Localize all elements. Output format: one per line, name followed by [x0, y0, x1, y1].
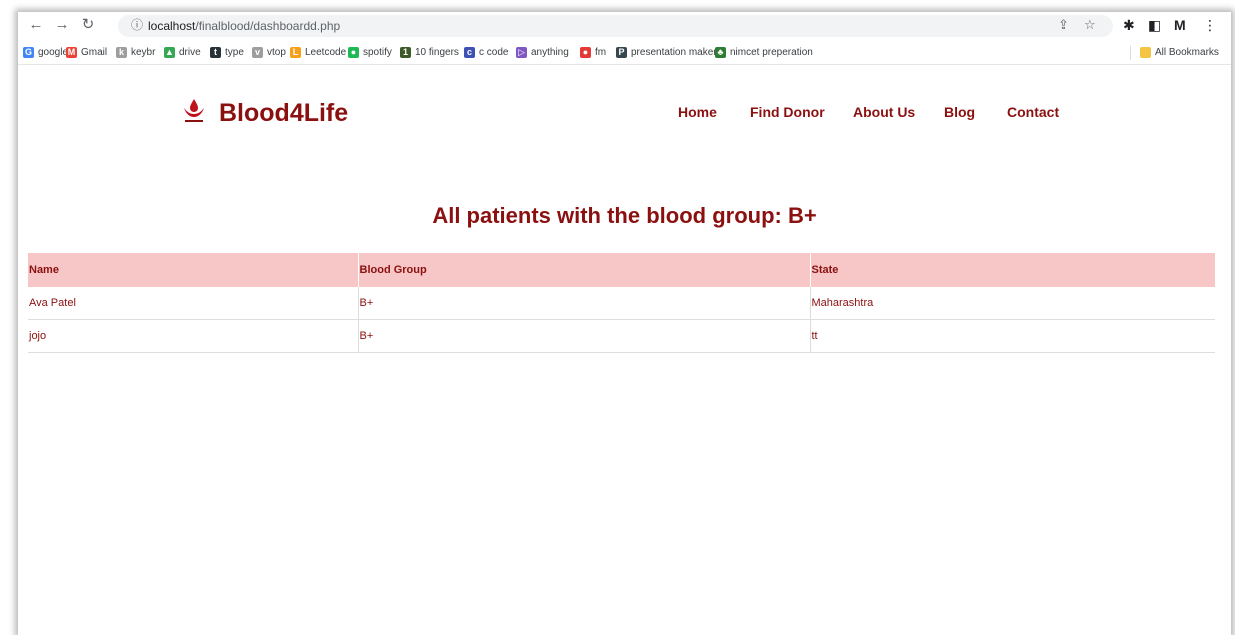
cell-name: jojo: [28, 319, 359, 353]
extensions-icon[interactable]: ✱: [1123, 15, 1135, 35]
anything-icon: ▷: [516, 46, 527, 58]
bookmark-label: google: [38, 46, 69, 58]
drive-icon: ▲: [164, 46, 175, 58]
cell-state: tt: [810, 319, 1215, 353]
column-header-blood-group: Blood Group: [358, 253, 811, 287]
cell-blood-group: B+: [358, 319, 811, 353]
nav-contact[interactable]: Contact: [1007, 104, 1059, 120]
bookmarks-bar: Ggoogle M Gmail k keybr ▲ drive t type v vtop L Leet…: [18, 40, 1231, 65]
bookmarks-divider: [1130, 46, 1131, 60]
bookmark-item[interactable]: ▲ drive: [164, 44, 201, 60]
bookmark-item[interactable]: c c code: [464, 44, 508, 60]
spotify-icon: ●: [348, 46, 359, 58]
bookmark-label: presentation maker: [631, 46, 717, 58]
presentation-icon: P: [616, 46, 627, 58]
column-header-name: Name: [28, 253, 359, 287]
bookmark-label: Gmail: [81, 46, 108, 58]
browser-toolbar: ← → ↻ ⓘ localhost/finalblood/dashboardd.…: [18, 12, 1231, 40]
bookmark-label: spotify: [363, 46, 392, 58]
bookmark-item[interactable]: 1 10 fingers: [400, 44, 459, 60]
bookmark-label: nimcet preperation: [730, 46, 813, 58]
table-row: Ava Patel B+ Maharashtra: [28, 287, 1215, 320]
bookmark-item[interactable]: ♣ nimcet preperation: [715, 44, 813, 60]
bookmark-item[interactable]: v vtop: [252, 44, 286, 60]
bookmark-label: vtop: [267, 46, 286, 58]
forward-arrow-icon[interactable]: →: [52, 15, 72, 35]
nav-home[interactable]: Home: [678, 104, 717, 120]
vtop-icon: v: [252, 46, 263, 58]
blood-drop-hands-icon: [184, 99, 204, 122]
back-arrow-icon[interactable]: ←: [26, 15, 46, 35]
bookmark-label: keybr: [131, 46, 156, 58]
bookmark-label: anything: [531, 46, 569, 58]
patients-table: Name Blood Group State Ava Patel B+ Maha…: [28, 253, 1215, 353]
brand-logo[interactable]: Blood4Life: [219, 98, 348, 128]
bookmark-label: 10 fingers: [415, 46, 459, 58]
side-panel-icon[interactable]: ◧: [1148, 15, 1161, 35]
bookmark-item[interactable]: Ppresentation maker: [616, 44, 717, 60]
cell-state: Maharashtra: [810, 287, 1215, 320]
nav-about-us[interactable]: About Us: [853, 104, 915, 120]
cell-blood-group: B+: [358, 287, 811, 320]
share-icon[interactable]: ⇪: [1058, 15, 1069, 35]
ccode-icon: c: [464, 46, 475, 58]
all-bookmarks-label: All Bookmarks: [1155, 46, 1219, 58]
bookmark-label: fm: [595, 46, 607, 58]
all-bookmarks-button[interactable]: All Bookmarks: [1140, 44, 1219, 60]
bookmark-item[interactable]: k keybr: [116, 44, 155, 60]
cell-name: Ava Patel: [28, 287, 359, 320]
bookmark-item[interactable]: t type: [210, 44, 244, 60]
url-path: /finalblood/dashboardd.php: [195, 19, 341, 33]
bookmark-item[interactable]: Ggoogle: [23, 44, 68, 60]
bookmark-label: type: [225, 46, 244, 58]
page-title: All patients with the blood group: B+: [432, 203, 817, 228]
keybr-icon: k: [116, 46, 127, 58]
bookmark-label: Leetcode: [305, 46, 347, 58]
nav-find-donor[interactable]: Find Donor: [750, 104, 825, 120]
bookmark-item[interactable]: ▷ anything: [516, 44, 569, 60]
url-host: localhost: [148, 19, 196, 33]
column-header-state: State: [810, 253, 1215, 287]
bookmark-item[interactable]: ● spotify: [348, 44, 392, 60]
folder-icon: [1140, 46, 1151, 58]
address-url: localhost/finalblood/dashboardd.php: [148, 18, 340, 34]
nimcet-icon: ♣: [715, 46, 726, 58]
bookmark-item[interactable]: M Gmail: [66, 44, 107, 60]
table-row: jojo B+ tt: [28, 319, 1215, 353]
leetcode-icon: L: [290, 46, 301, 58]
browser-window: ← → ↻ ⓘ localhost/finalblood/dashboardd.…: [18, 12, 1231, 635]
menu-kebab-icon[interactable]: ⋮: [1203, 15, 1217, 35]
bookmark-label: drive: [179, 46, 201, 58]
tenfingers-icon: 1: [400, 46, 411, 58]
reload-icon[interactable]: ↻: [78, 15, 98, 35]
type-icon: t: [210, 46, 221, 58]
bookmark-star-icon[interactable]: ☆: [1084, 15, 1096, 35]
profile-avatar[interactable]: M: [1174, 15, 1186, 35]
gmail-icon: M: [66, 46, 77, 58]
address-bar[interactable]: ⓘ localhost/finalblood/dashboardd.php: [118, 15, 1113, 37]
table-header-row: Name Blood Group State: [28, 253, 1215, 287]
bookmark-label: c code: [479, 46, 509, 58]
google-icon: G: [23, 46, 34, 58]
bookmark-item[interactable]: ● fm: [580, 44, 606, 60]
site-info-icon[interactable]: ⓘ: [130, 18, 144, 32]
fm-icon: ●: [580, 46, 591, 58]
bookmark-item[interactable]: L Leetcode: [290, 44, 346, 60]
nav-blog[interactable]: Blog: [944, 104, 975, 120]
